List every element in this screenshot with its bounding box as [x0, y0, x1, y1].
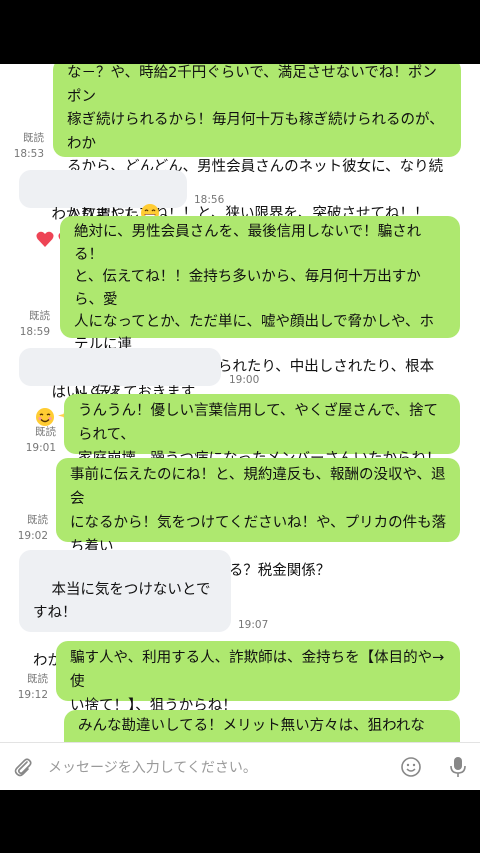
- status-bar-area: [0, 0, 480, 64]
- smiley-icon[interactable]: [400, 756, 422, 778]
- message-input[interactable]: メッセージを入力してください。: [48, 757, 257, 777]
- message-bubble-outgoing[interactable]: うんうん！優しい言葉信用して、やくざ屋さんで、捨てられて、 家庭崩壊、躁うつ病に…: [64, 394, 460, 467]
- message-bubble-outgoing[interactable]: 絶対に、男性会員さんを、最後信用しないで！騙される！ と、伝えてね！！金持ち多い…: [60, 216, 460, 443]
- read-receipt: 既読: [27, 514, 48, 526]
- smiling-face-emoji: [36, 408, 54, 426]
- message-time: 19:01: [25, 442, 56, 454]
- message-time: 19:07: [238, 619, 269, 631]
- message-bubble-incoming[interactable]: はい！伝えておきます: [19, 348, 221, 426]
- message-time: 18:56: [194, 194, 225, 206]
- message-bubble-outgoing[interactable]: 事前に伝えたのにね！と、規約違反も、報酬の没収や、退会 になるから！気をつけてく…: [56, 458, 460, 579]
- message-time: 18:59: [19, 326, 50, 338]
- chat-area[interactable]: な－？や、時給2千円ぐらいで、満足させないでね！ポンポン 稼ぎ続けられるから！毎…: [0, 64, 480, 742]
- read-receipt: 既読: [23, 132, 44, 144]
- paperclip-icon[interactable]: [12, 756, 34, 778]
- message-bubble-outgoing[interactable]: みんな勘違いしてる！メリット無い方々は、狙われない！から: [64, 710, 460, 742]
- message-input-bar: メッセージを入力してください。: [0, 742, 480, 790]
- message-time: 19:12: [17, 689, 48, 701]
- read-receipt: 既読: [29, 310, 50, 322]
- message-time: 19:02: [17, 530, 48, 542]
- read-receipt: 既読: [35, 426, 56, 438]
- message-time: 18:53: [13, 148, 44, 160]
- microphone-icon[interactable]: [448, 755, 468, 779]
- read-receipt: 既読: [27, 673, 48, 685]
- message-bubble-outgoing[interactable]: な－？や、時給2千円ぐらいで、満足させないでね！ポンポン 稼ぎ続けられるから！毎…: [53, 64, 461, 222]
- heart-emoji: [36, 231, 54, 247]
- message-bubble-incoming[interactable]: わかりました: [19, 170, 187, 247]
- message-bubble-outgoing[interactable]: 騙す人や、利用する人、詐欺師は、金持ちを【体目的や→使 い捨て！】、狙うからね！: [56, 641, 460, 714]
- message-time: 19:00: [229, 374, 260, 386]
- message-bubble-incoming[interactable]: 本当に気をつけないとですね！ わかりました: [19, 550, 231, 669]
- navigation-bar-area: [0, 790, 480, 853]
